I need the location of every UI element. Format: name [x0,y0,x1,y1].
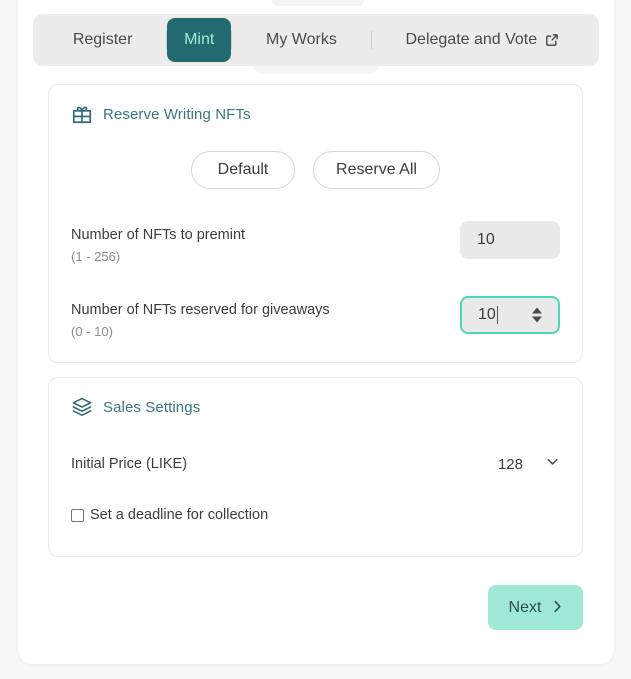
giveaway-label: Number of NFTs reserved for giveaways [71,302,330,318]
premint-field-row: Number of NFTs to premint (1 - 256) 10 [49,221,582,266]
reserve-all-button[interactable]: Reserve All [313,151,440,189]
chevron-right-icon [553,600,562,615]
premint-input[interactable]: 10 [460,221,560,259]
initial-price-row: Initial Price (LIKE) 128 [49,454,582,474]
sales-section-header: Sales Settings [49,378,582,418]
premint-label: Number of NFTs to premint [71,227,246,243]
reserve-mode-buttons: Default Reserve All [49,151,582,189]
next-button[interactable]: Next [488,585,583,630]
premint-range-hint: (1 - 256) [71,249,121,264]
sales-settings-section: Sales Settings Initial Price (LIKE) 128 … [48,377,583,557]
initial-price-select[interactable]: 128 [498,454,560,474]
tab-mint[interactable]: Mint [167,18,232,62]
initial-price-label: Initial Price (LIKE) [71,456,188,472]
giveaway-field-row: Number of NFTs reserved for giveaways (0… [49,296,582,341]
layers-icon [71,396,93,418]
external-link-icon [545,33,559,47]
reserve-writing-nfts-section: Reserve Writing NFTs Default Reserve All… [48,84,583,363]
tab-my-works[interactable]: My Works [232,20,370,60]
tab-register[interactable]: Register [39,20,166,60]
premint-labels: Number of NFTs to premint (1 - 256) [71,221,245,266]
sales-section-title: Sales Settings [103,398,201,416]
tab-delegate-and-vote-label: Delegate and Vote [405,31,538,48]
chevron-down-icon [545,454,560,474]
tab-delegate-and-vote[interactable]: Delegate and Vote [372,20,593,60]
giveaway-input-value: 10 [478,306,496,323]
deadline-label: Set a deadline for collection [90,507,269,523]
top-peek-decoration [272,0,364,6]
nav-tabbar: Register Mint My Works Delegate and Vote [33,14,599,66]
stepper-up-icon[interactable] [532,307,542,314]
gift-icon [71,103,93,125]
deadline-row: Set a deadline for collection [49,507,582,523]
default-button[interactable]: Default [191,151,296,189]
premint-input-value: 10 [477,231,495,248]
text-cursor [496,306,498,324]
tab-register-label: Register [72,31,133,48]
tab-mint-label: Mint [184,31,215,48]
giveaway-labels: Number of NFTs reserved for giveaways (0… [71,296,330,341]
giveaway-input[interactable]: 10 [460,296,560,334]
stepper-down-icon[interactable] [532,316,542,323]
tab-my-works-label: My Works [266,31,337,48]
giveaway-stepper[interactable] [532,307,542,323]
initial-price-value: 128 [497,455,523,473]
app-page: Register Mint My Works Delegate and Vote [0,0,631,679]
deadline-checkbox[interactable] [71,508,84,522]
reserve-section-title: Reserve Writing NFTs [103,105,251,123]
next-button-label: Next [508,598,542,616]
reserve-section-header: Reserve Writing NFTs [49,85,582,125]
giveaway-range-hint: (0 - 10) [71,324,113,339]
